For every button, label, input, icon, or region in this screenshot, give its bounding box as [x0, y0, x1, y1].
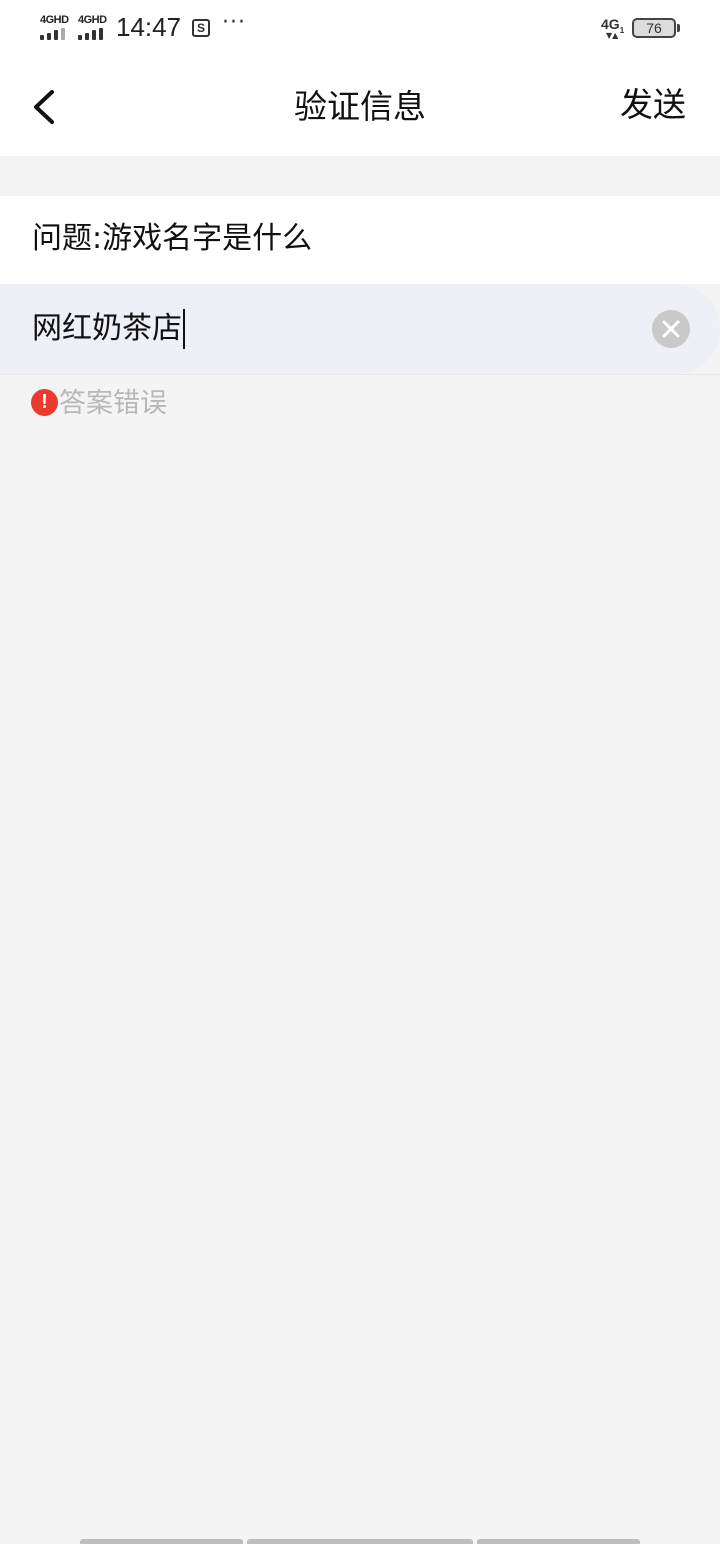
gesture-bar-right[interactable]	[477, 1539, 640, 1544]
navigation-bar: 验证信息 发送	[0, 60, 720, 156]
answer-input[interactable]: 网红奶茶店	[0, 284, 720, 374]
exclamation-icon: !	[31, 389, 58, 416]
battery-cap	[677, 24, 680, 32]
clear-input-button[interactable]	[652, 310, 690, 348]
network-type-label: 4GHD	[78, 14, 107, 26]
status-time: 14:47	[116, 12, 182, 42]
send-button[interactable]: 发送	[620, 82, 686, 128]
answer-value[interactable]: 网红奶茶店	[32, 306, 182, 352]
close-icon	[662, 320, 680, 338]
data-activity-icon: ▼▲	[606, 31, 619, 40]
more-notifications-icon: ···	[222, 10, 246, 35]
battery-icon: 76	[632, 18, 676, 38]
text-cursor	[183, 309, 185, 349]
signal-bars-icon	[40, 28, 70, 40]
status-bar: 4GHD 4GHD 14:47 S ··· 4G1 ▼▲ 76	[0, 0, 720, 60]
question-text: 问题:游戏名字是什么	[32, 221, 313, 256]
error-message: 答案错误	[59, 388, 167, 419]
answer-input-field[interactable]: 网红奶茶店	[32, 306, 185, 352]
app-notification-icon: S	[192, 19, 210, 37]
gesture-bar-center[interactable]	[247, 1539, 473, 1544]
signal-bars-icon	[78, 28, 108, 40]
network-type-label: 4GHD	[40, 14, 69, 26]
battery-level: 76	[646, 20, 662, 36]
gesture-bar-left[interactable]	[80, 1539, 243, 1544]
signal-indicator-sim2: 4GHD	[78, 14, 110, 40]
signal-indicator-sim1: 4GHD	[40, 14, 72, 40]
question-row: 问题:游戏名字是什么	[0, 196, 720, 284]
page-title: 验证信息	[294, 87, 426, 126]
divider	[0, 374, 720, 375]
